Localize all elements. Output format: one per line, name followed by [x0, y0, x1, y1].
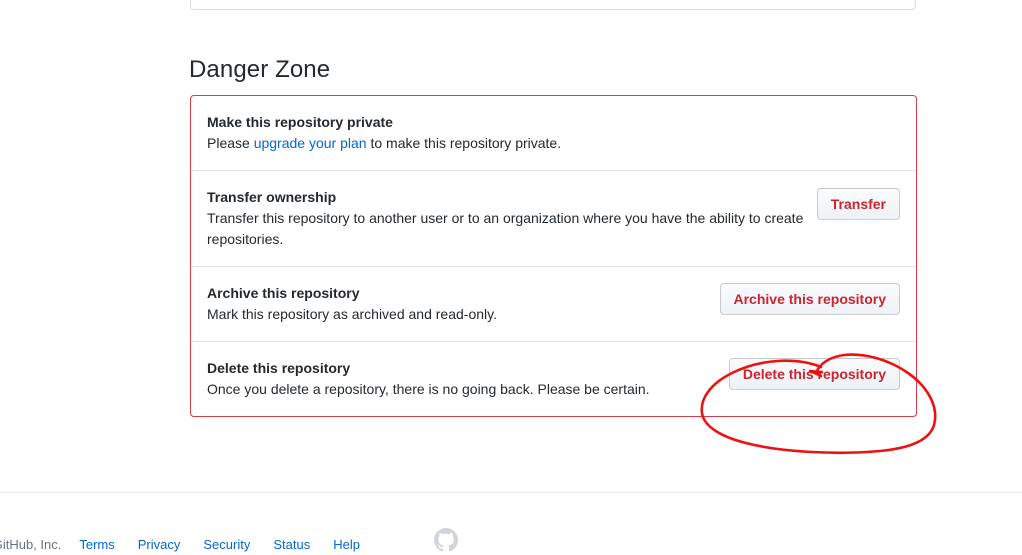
page-root: Danger Zone Make this repository private…	[0, 0, 1022, 554]
footer-link-help[interactable]: Help	[333, 535, 360, 555]
delete-repository-button[interactable]: Delete this repository	[728, 358, 900, 390]
row-description: Transfer this repository to another user…	[207, 210, 804, 247]
danger-row-transfer-ownership: Transfer ownership Transfer this reposit…	[191, 170, 916, 266]
danger-row-make-private: Make this repository private Please upgr…	[191, 96, 916, 170]
settings-panel-above	[190, 0, 916, 10]
row-title: Make this repository private	[207, 114, 393, 130]
upgrade-plan-link[interactable]: upgrade your plan	[254, 135, 367, 151]
row-title: Delete this repository	[207, 360, 351, 376]
footer-link-terms[interactable]: Terms	[79, 535, 114, 555]
desc-text-before: Please	[207, 135, 254, 151]
footer-copyright: © 2020 GitHub, Inc.	[0, 537, 62, 552]
row-title: Archive this repository	[207, 285, 360, 301]
danger-row-archive-repository: Archive this repository Mark this reposi…	[191, 266, 916, 341]
row-description: Please upgrade your plan to make this re…	[207, 133, 807, 154]
danger-zone-panel: Make this repository private Please upgr…	[190, 95, 917, 417]
desc-text-after: to make this repository private.	[366, 135, 562, 151]
row-text: Delete this repository Once you delete a…	[207, 358, 729, 400]
row-title: Transfer ownership	[207, 189, 337, 205]
footer-links: © 2020 GitHub, Inc. Terms Privacy Securi…	[0, 535, 383, 555]
footer-link-privacy[interactable]: Privacy	[138, 535, 181, 555]
page-footer: © 2020 GitHub, Inc. Terms Privacy Securi…	[0, 492, 1022, 554]
row-description: Once you delete a repository, there is n…	[207, 381, 650, 397]
row-description: Mark this repository as archived and rea…	[207, 306, 497, 322]
row-text: Transfer ownership Transfer this reposit…	[207, 187, 817, 250]
footer-inner: © 2020 GitHub, Inc. Terms Privacy Securi…	[0, 528, 1022, 555]
row-text: Archive this repository Mark this reposi…	[207, 283, 720, 325]
footer-link-status[interactable]: Status	[273, 535, 310, 555]
footer-link-security[interactable]: Security	[203, 535, 250, 555]
row-text: Make this repository private Please upgr…	[207, 112, 900, 154]
danger-row-delete-repository: Delete this repository Once you delete a…	[191, 341, 916, 416]
transfer-button[interactable]: Transfer	[816, 188, 900, 220]
page-title: Danger Zone	[189, 56, 331, 83]
github-logo-icon	[434, 528, 458, 552]
archive-repository-button[interactable]: Archive this repository	[719, 283, 900, 315]
